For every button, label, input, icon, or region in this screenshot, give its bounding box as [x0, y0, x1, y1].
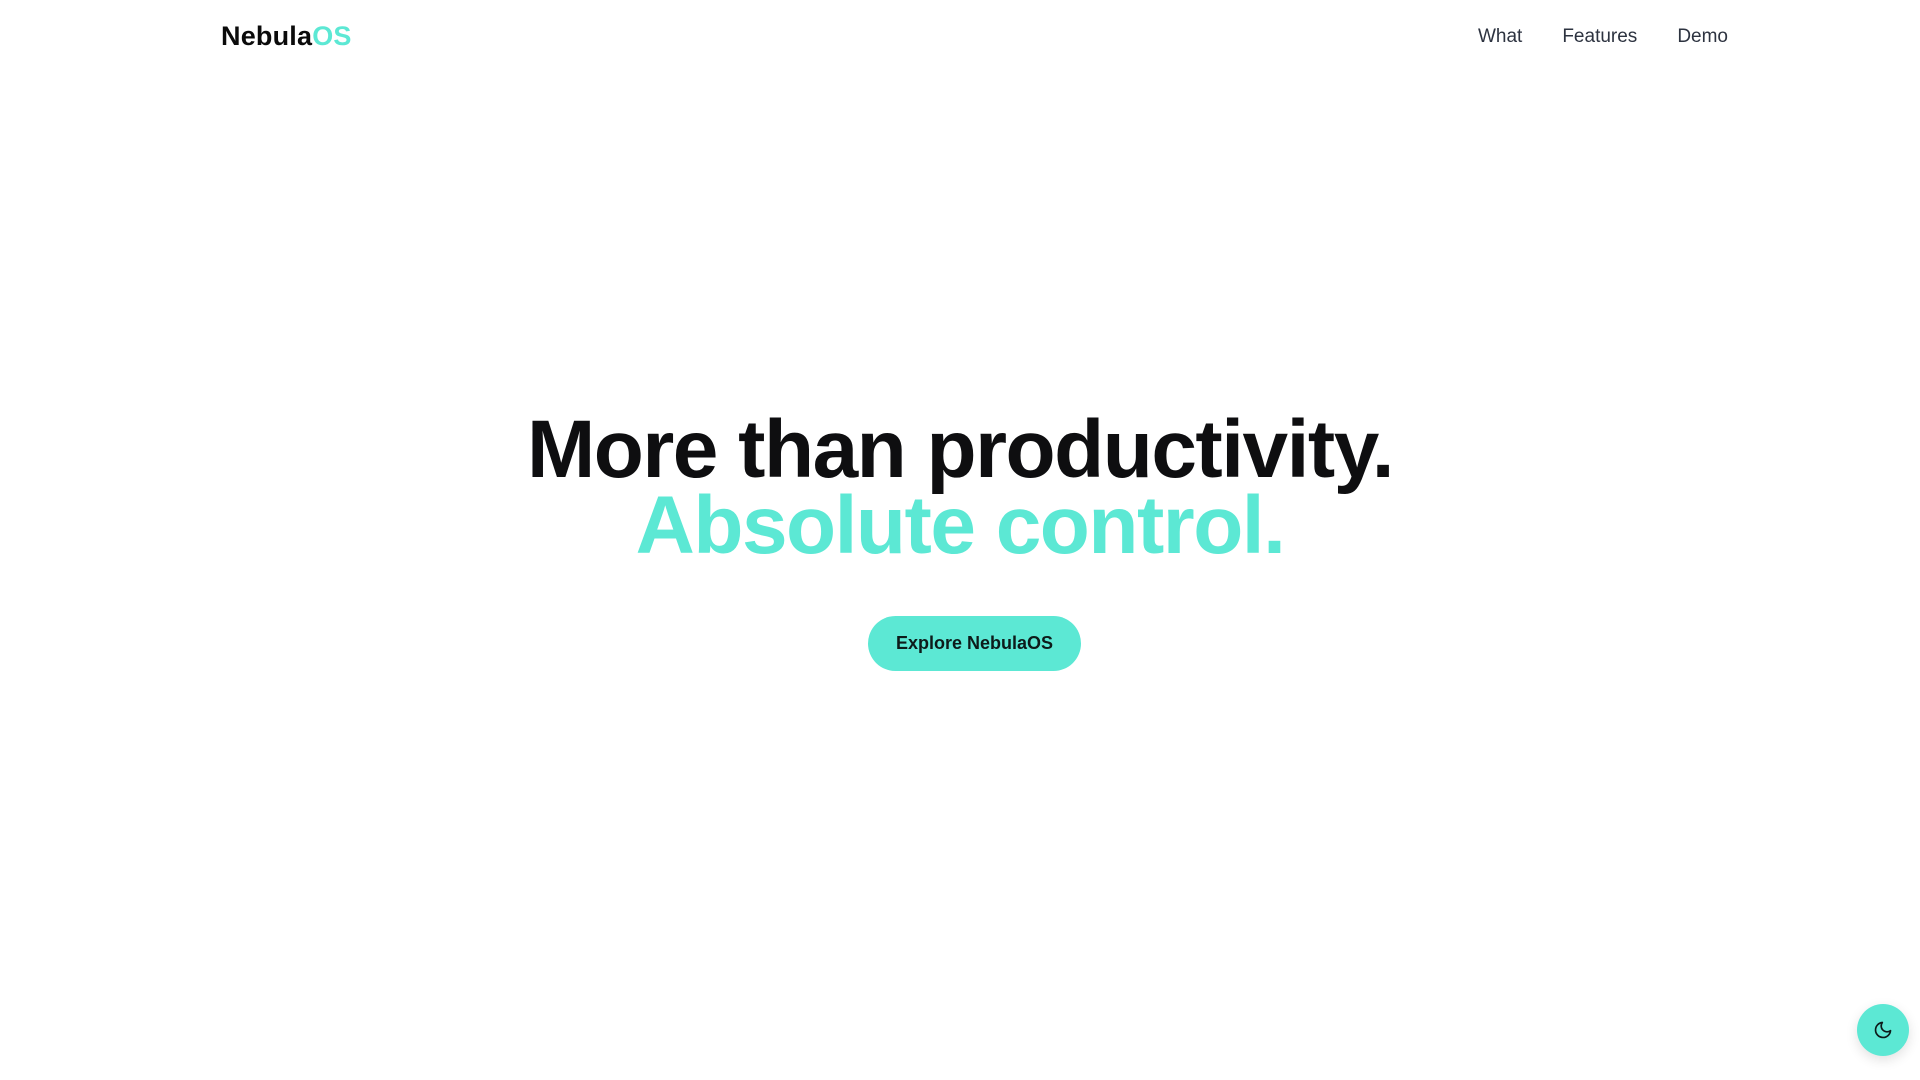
landing-page: NebulaOS What Features Demo More than pr…: [0, 0, 1920, 1080]
hero-headline-line-1: More than productivity.: [526, 404, 1395, 495]
brand-name-primary: Nebula: [221, 21, 313, 51]
hero-section: More than productivity. Absolute control…: [0, 404, 1920, 571]
moon-icon: [1873, 1020, 1893, 1040]
hero-headline-line-2: Absolute control.: [635, 480, 1286, 571]
theme-toggle-button[interactable]: [1857, 1004, 1909, 1056]
brand-logo[interactable]: NebulaOS: [221, 21, 352, 52]
nav-link-demo[interactable]: Demo: [1677, 26, 1728, 48]
hero-headline: More than productivity. Absolute control…: [0, 404, 1920, 571]
nav-link-what[interactable]: What: [1478, 26, 1522, 48]
nav-link-features[interactable]: Features: [1562, 26, 1637, 48]
navbar: NebulaOS What Features Demo: [0, 0, 1920, 76]
explore-button[interactable]: Explore NebulaOS: [868, 616, 1081, 671]
brand-name-accent: OS: [312, 21, 352, 51]
nav-links: What Features Demo: [1478, 26, 1728, 48]
